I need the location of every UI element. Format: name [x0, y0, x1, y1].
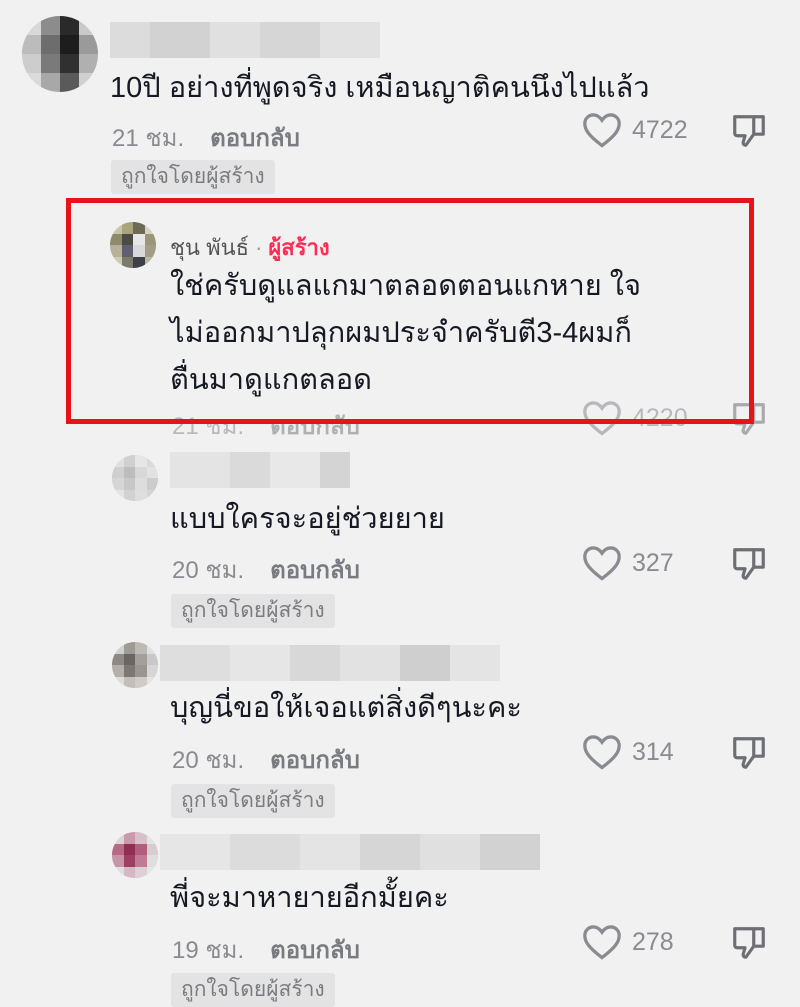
blurred-username[interactable]	[160, 645, 500, 681]
comment-time: 19 ชม.	[172, 937, 245, 964]
blurred-username[interactable]	[110, 22, 380, 58]
avatar[interactable]	[112, 455, 158, 501]
like-count: 278	[632, 927, 674, 956]
like-count: 327	[632, 548, 674, 577]
comment-text: แบบใครจะอยู่ช่วยยาย	[170, 503, 445, 535]
blurred-username[interactable]	[170, 452, 350, 488]
creator-liked-badge: ถูกใจโดยผู้สร้าง	[171, 594, 335, 628]
thumbs-down-icon	[733, 115, 765, 147]
reply-button[interactable]: ตอบกลับ	[270, 413, 360, 440]
dislike-button[interactable]	[730, 924, 768, 967]
thumbs-down-icon	[733, 737, 765, 769]
creator-liked-badge: ถูกใจโดยผู้สร้าง	[171, 784, 335, 818]
comment-meta: 21 ชม. ตอบกลับ	[112, 118, 300, 157]
like-button[interactable]: 314	[582, 734, 674, 770]
heart-icon	[583, 113, 621, 148]
reply-button[interactable]: ตอบกลับ	[270, 937, 360, 964]
thumbs-down-icon	[733, 403, 765, 435]
dislike-button[interactable]	[730, 734, 768, 777]
like-button[interactable]: 4220	[582, 400, 688, 436]
comment-time: 21 ชม.	[112, 125, 185, 152]
creator-name[interactable]: ชุน พันธ์	[170, 235, 249, 260]
heart-icon	[583, 546, 621, 581]
like-count: 4220	[632, 403, 688, 432]
comment-text-line-3: ตื่นมาดูแกตลอด	[170, 364, 372, 396]
like-button[interactable]: 327	[582, 545, 674, 581]
avatar[interactable]	[112, 642, 158, 688]
avatar[interactable]	[112, 832, 158, 878]
comment-meta: 20 ชม. ตอบกลับ	[172, 550, 360, 589]
separator: ·	[255, 235, 263, 260]
dislike-button[interactable]	[730, 400, 768, 443]
comment-meta: 21 ชม. ตอบกลับ	[172, 406, 360, 445]
reply-button[interactable]: ตอบกลับ	[270, 557, 360, 584]
dislike-button[interactable]	[730, 545, 768, 588]
comment-time: 21 ชม.	[172, 413, 245, 440]
blurred-username[interactable]	[160, 834, 540, 870]
reply-button[interactable]: ตอบกลับ	[210, 125, 300, 152]
like-count: 314	[632, 737, 674, 766]
comment-text-line-2: ไม่ออกมาปลุกผมประจำครับตี3-4ผมก็	[170, 317, 632, 349]
heart-icon	[583, 735, 621, 770]
comment-text-line-1: ใช่ครับดูแลแกมาตลอดตอนแกหาย ใจ	[170, 270, 641, 302]
comment-text: 10ปี อย่างที่พูดจริง เหมือนญาติคนนึงไปแล…	[110, 72, 650, 104]
creator-avatar[interactable]	[110, 222, 156, 268]
creator-liked-badge: ถูกใจโดยผู้สร้าง	[171, 973, 335, 1007]
thumbs-down-icon	[733, 927, 765, 959]
comment-meta: 19 ชม. ตอบกลับ	[172, 930, 360, 969]
creator-liked-badge: ถูกใจโดยผู้สร้าง	[111, 160, 275, 194]
reply-button[interactable]: ตอบกลับ	[270, 747, 360, 774]
like-button[interactable]: 278	[582, 924, 674, 960]
dislike-button[interactable]	[730, 112, 768, 155]
comment-meta: 20 ชม. ตอบกลับ	[172, 740, 360, 779]
like-count: 4722	[632, 115, 688, 144]
comment-text: พี่จะมาหายายอีกมั้ยคะ	[170, 882, 449, 914]
heart-icon	[583, 925, 621, 960]
comment-time: 20 ชม.	[172, 557, 245, 584]
creator-role-label: ผู้สร้าง	[268, 235, 330, 260]
comment-time: 20 ชม.	[172, 747, 245, 774]
comment-text: บุญนี่ขอให้เจอแต่สิ่งดีๆนะคะ	[170, 692, 522, 724]
thumbs-down-icon	[733, 548, 765, 580]
like-button[interactable]: 4722	[582, 112, 688, 148]
avatar[interactable]	[22, 16, 98, 92]
heart-icon	[583, 401, 621, 436]
creator-name-line: ชุน พันธ์ · ผู้สร้าง	[170, 230, 330, 265]
